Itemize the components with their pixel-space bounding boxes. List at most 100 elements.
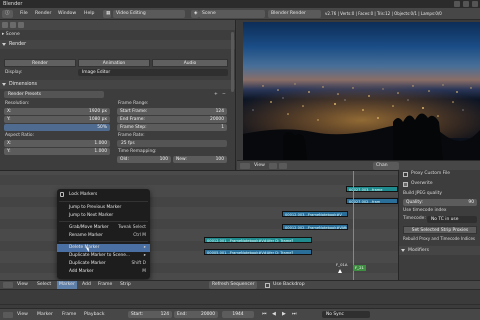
build-quality-label: Build JPEG quality [403,191,442,196]
render-engine-select[interactable]: Blender Render [268,10,321,18]
preview-mode-icon[interactable] [269,163,277,169]
aspect-x-field[interactable]: X: 1.000 [4,140,110,147]
start-frame-field[interactable]: Start: 124 [128,311,172,318]
timecode-index-label: Use timecode index [403,208,447,213]
editor-type-icon[interactable] [3,312,13,318]
tl-menu-frame[interactable]: Frame [62,311,76,319]
tl-menu-marker[interactable]: Marker [37,311,53,319]
video-strip[interactable]: 00012.002...FrameNotebook#VAfter D: Tram… [282,224,348,230]
start-frame-field[interactable]: Start Frame: 124 [117,108,227,115]
frame-rate-label: Frame Rate: [118,133,145,138]
overwrite-checkbox[interactable] [403,182,408,187]
field-value: 1080 px [89,117,107,122]
menu-item-rename[interactable]: Rename Marker Ctrl M [57,232,150,240]
resolution-y-field[interactable]: Y: 1080 px [4,116,110,123]
timeline-editor [0,289,480,308]
editor-type-icon[interactable] [240,163,250,169]
display-channels-icon[interactable] [279,163,287,169]
preview-menu-view[interactable]: View [254,162,265,170]
rebuild-proxy-label: Rebuild Proxy and Timecode Indices [403,236,476,241]
audio-button[interactable]: Audio [152,59,228,67]
minimize-button[interactable] [454,1,460,7]
jump-end-icon[interactable]: ⏭ [292,311,297,317]
scene-select[interactable]: Scene [199,10,265,18]
aspect-y-field[interactable]: Y: 1.000 [4,148,110,155]
world-tab-icon[interactable] [18,22,24,28]
sync-mode-select[interactable]: No Sync [322,311,370,318]
scene-tab-icon[interactable] [10,22,16,28]
use-backdrop-checkbox[interactable] [265,283,270,288]
seq-menu-marker[interactable]: Marker [57,281,77,289]
render-panel-header[interactable]: Render [0,40,235,49]
playhead-line[interactable] [353,171,354,280]
play-icon[interactable]: ▶ [282,311,286,317]
menu-item-grab-move[interactable]: Grab/Move Marker Tweak Select [57,224,150,232]
seq-menu-frame[interactable]: Frame [98,281,112,289]
end-frame-field[interactable]: End: 20000 [174,311,218,318]
render-presets-select[interactable]: Render Presets [4,91,104,98]
current-frame-field[interactable]: 1944 [222,311,254,318]
frame-step-field[interactable]: Frame Step: 1 [117,124,227,131]
animation-button[interactable]: Animation [78,59,150,67]
modifiers-panel-header[interactable]: Modifiers [399,246,480,255]
editor-type-icon[interactable] [3,282,13,288]
maximize-button[interactable] [463,1,469,7]
channel-field[interactable]: Chan [373,162,399,170]
remove-preset-icon[interactable]: − [222,92,226,97]
dimensions-panel-header[interactable]: Dimensions [0,80,235,89]
marker-triangle-icon[interactable] [338,269,342,273]
menu-help[interactable]: Help [84,10,94,18]
menu-render[interactable]: Render [35,10,51,18]
display-select[interactable]: Image Editor [78,69,228,76]
seq-menu-select[interactable]: Select [37,281,51,289]
menu-item-label: Duplicate Marker [69,261,106,266]
collapse-triangle-icon [401,249,405,252]
play-reverse-icon[interactable]: ◀ [272,311,276,317]
quality-field[interactable]: Quality: 90 [403,199,477,206]
video-strip[interactable]: 00012.001...FrameNotebook#V#Afer D: Tram… [204,237,312,243]
editor-type-icon[interactable]: ⓘ [2,10,13,18]
proxy-custom-label: Proxy Custom File [411,171,450,176]
menu-file[interactable]: File [20,10,28,18]
frame-rate-select[interactable]: 25 fps [117,140,227,147]
resolution-x-field[interactable]: X: 1920 px [4,108,110,115]
end-frame-field[interactable]: End Frame: 20000 [117,116,227,123]
video-strip[interactable]: 00012.003...FrameNotebook#V [282,211,348,217]
menu-item-lock-markers[interactable]: Lock Markers [57,191,150,199]
properties-scrollbar[interactable] [231,32,234,92]
jump-start-icon[interactable]: ⏮ [262,311,267,317]
current-frame-badge: F_21 [353,265,366,271]
render-tab-icon[interactable] [2,22,8,28]
seq-menu-add[interactable]: Add [82,281,91,289]
menu-item-add[interactable]: Add Marker M [57,268,150,276]
menu-item-jump-prev[interactable]: Jump to Previous Marker [57,204,150,212]
menu-item-shortcut: Tweak Select [118,225,146,230]
menu-item-delete[interactable]: Delete Marker ▸ [57,244,150,252]
strip-properties-panel: Proxy Custom File Overwrite Build JPEG q… [398,170,480,280]
set-selected-proxies-button[interactable]: Set Selected Strip Proxies [403,226,477,234]
menu-item-duplicate[interactable]: Duplicate Marker Shift D [57,260,150,268]
submenu-arrow-icon: ▸ [143,245,146,250]
tl-menu-playback[interactable]: Playback [84,311,105,319]
menu-item-jump-next[interactable]: Jump to Next Marker [57,212,150,220]
remap-old-field[interactable]: Old: 100 [117,156,171,163]
screen-layout-select[interactable]: Video Editing [113,10,185,18]
field-value: 100 [159,157,168,162]
marker-context-menu: Lock Markers Jump to Previous Marker Jum… [57,189,150,279]
seq-menu-view[interactable]: View [17,281,28,289]
refresh-sequencer-button[interactable]: Refresh Sequencer [209,281,257,289]
add-preset-icon[interactable]: + [214,92,218,97]
field-label: Frame Step: [120,125,147,130]
scene-stats: v2.76 | Verts:0 | Faces:0 | Tris:12 | Ob… [325,11,442,16]
video-strip[interactable]: 00005.001...FrameNotebook#V#Afer D: Tram… [204,249,312,255]
proxy-custom-checkbox[interactable] [403,172,408,177]
resolution-percent-slider[interactable]: 50% [4,124,110,131]
close-window-button[interactable] [472,1,478,7]
menu-window[interactable]: Window [58,10,76,18]
menu-item-duplicate-to-scene[interactable]: Duplicate Marker to Scene... ▸ [57,252,150,260]
timecode-select[interactable]: No TC in use [427,216,477,223]
seq-menu-strip[interactable]: Strip [120,281,131,289]
remap-new-field[interactable]: New: 100 [173,156,227,163]
render-button[interactable]: Render [4,59,76,67]
tl-menu-view[interactable]: View [17,311,28,319]
